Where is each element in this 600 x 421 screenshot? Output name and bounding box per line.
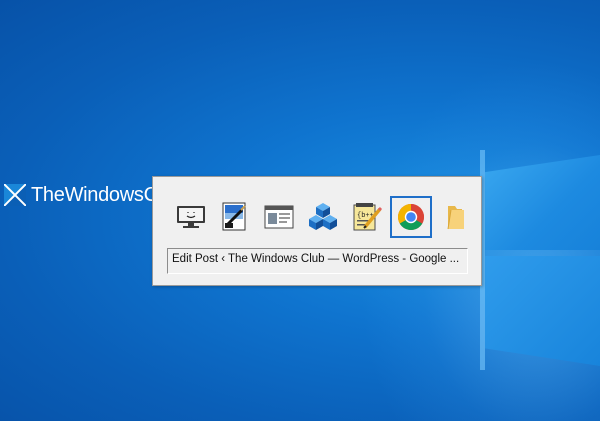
chrome-icon — [397, 204, 425, 231]
window-icon — [264, 205, 294, 229]
monitor-icon — [177, 206, 205, 228]
task-switcher-panel: {b++ Edit Post ‹ The Windows Club — Word… — [152, 176, 482, 286]
task-item-notepad-window[interactable] — [258, 196, 300, 238]
task-item-chrome[interactable] — [390, 196, 432, 238]
windows-logo-pane-bottom — [485, 256, 600, 366]
task-icon-row: {b++ — [170, 196, 476, 238]
task-item-paint[interactable] — [214, 196, 256, 238]
windows-flag-icon — [4, 184, 26, 206]
task-item-this-pc[interactable] — [170, 196, 212, 238]
folder-icon — [447, 206, 464, 230]
cubes-icon — [309, 203, 337, 230]
document-pencil-icon: {b++ — [353, 203, 383, 231]
paint-icon — [222, 202, 246, 231]
task-item-registry[interactable] — [302, 196, 344, 238]
task-item-folder[interactable] — [434, 196, 476, 238]
task-item-editor[interactable]: {b++ — [346, 196, 388, 238]
selected-window-title: Edit Post ‹ The Windows Club — WordPress… — [167, 248, 468, 274]
